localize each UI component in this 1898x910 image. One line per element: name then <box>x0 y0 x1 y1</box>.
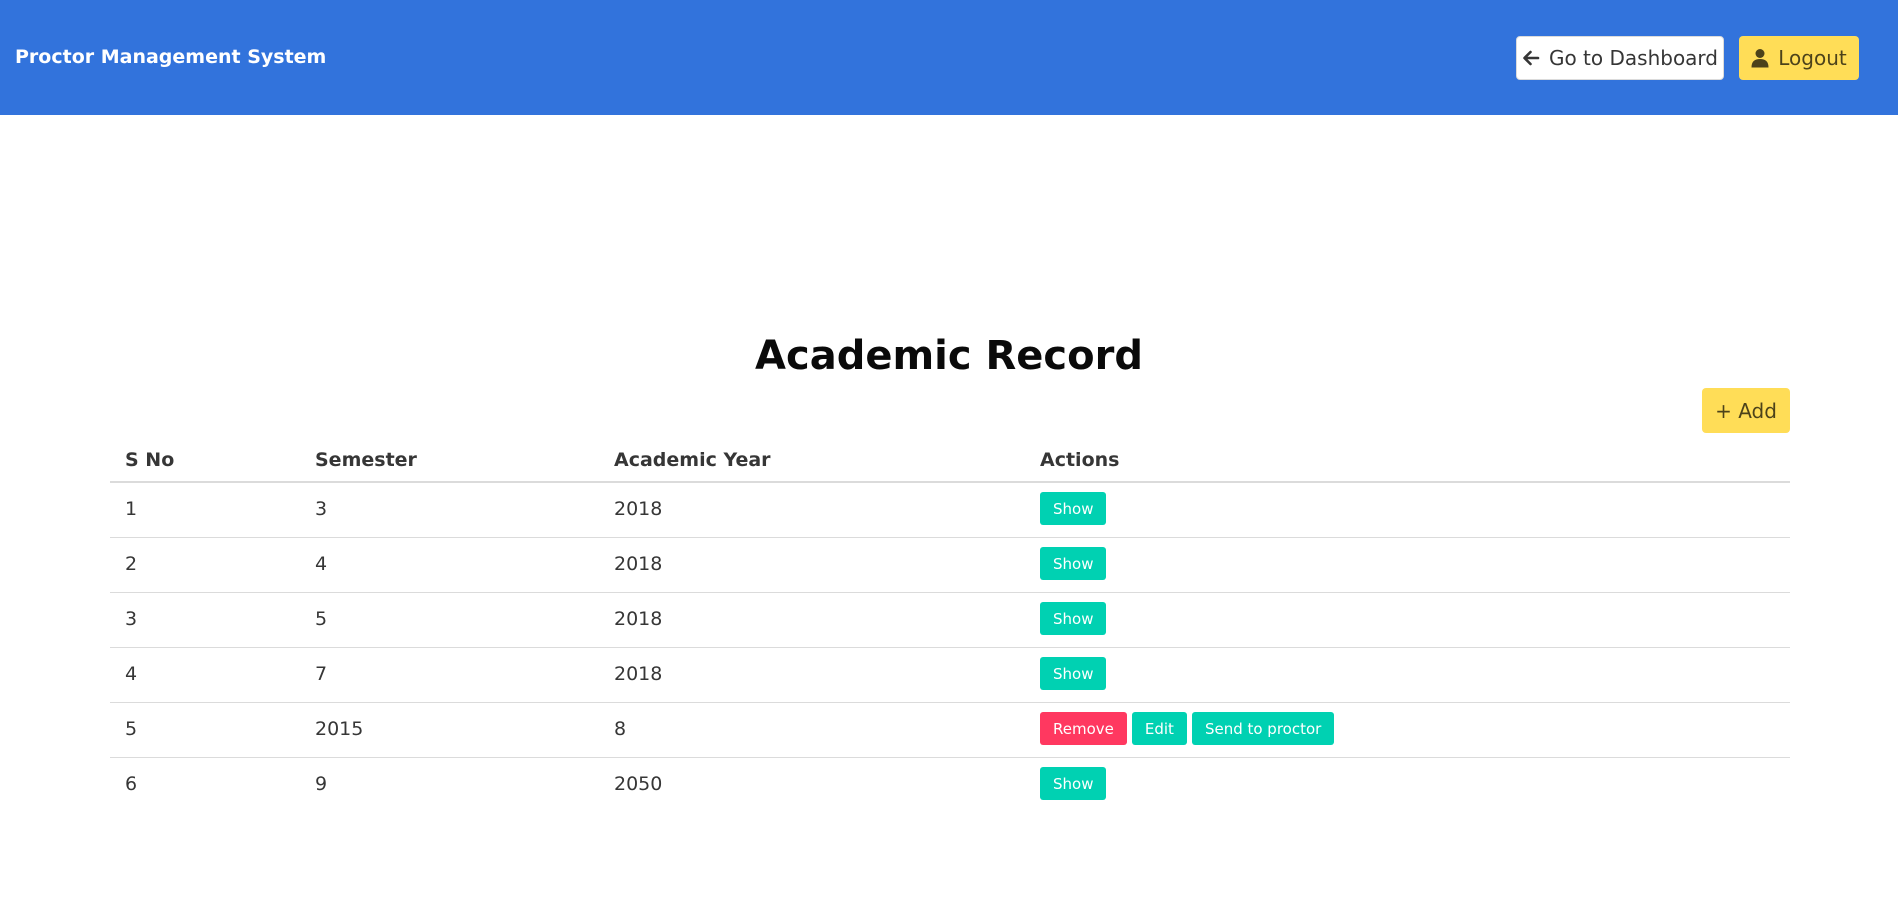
cell-semester: 4 <box>315 553 328 575</box>
cell-semester: 7 <box>315 663 328 685</box>
remove-button[interactable]: Remove <box>1040 712 1127 745</box>
cell-academic-year: 2018 <box>614 498 663 520</box>
row-actions: Remove Edit Send to proctor <box>1040 712 1335 745</box>
cell-semester: 9 <box>315 773 328 795</box>
row-actions: Show <box>1040 547 1107 580</box>
cell-academic-year: 2018 <box>614 608 663 630</box>
navbar: Proctor Management System Go to Dashboar… <box>0 0 1898 115</box>
cell-sno: 6 <box>125 773 138 795</box>
column-header-sno: S No <box>125 449 175 471</box>
logout-button[interactable]: Logout <box>1739 36 1859 80</box>
table-row: 6 9 2050 Show <box>110 758 1790 813</box>
cell-academic-year: 2018 <box>614 553 663 575</box>
table-row: 3 5 2018 Show <box>110 593 1790 648</box>
go-to-dashboard-button[interactable]: Go to Dashboard <box>1516 36 1724 80</box>
edit-button[interactable]: Edit <box>1131 712 1187 745</box>
send-to-proctor-button[interactable]: Send to proctor <box>1191 712 1335 745</box>
show-button[interactable]: Show <box>1040 767 1107 800</box>
show-button[interactable]: Show <box>1040 492 1107 525</box>
table-row: 5 2015 8 Remove Edit Send to proctor <box>110 703 1790 758</box>
row-actions: Show <box>1040 657 1107 690</box>
cell-academic-year: 2050 <box>614 773 663 795</box>
show-button[interactable]: Show <box>1040 657 1107 690</box>
cell-semester: 5 <box>315 608 328 630</box>
add-button[interactable]: + Add <box>1702 388 1790 433</box>
table-header: S No Semester Academic Year Actions <box>110 437 1790 483</box>
cell-academic-year: 8 <box>614 718 627 740</box>
cell-sno: 5 <box>125 718 138 740</box>
brand-title[interactable]: Proctor Management System <box>15 46 326 68</box>
cell-semester: 2015 <box>315 718 364 740</box>
user-icon <box>1751 48 1769 68</box>
arrow-left-icon <box>1522 49 1540 67</box>
row-actions: Show <box>1040 492 1107 525</box>
show-button[interactable]: Show <box>1040 547 1107 580</box>
academic-record-table: S No Semester Academic Year Actions 1 3 … <box>110 437 1790 813</box>
page-title: Academic Record <box>755 333 1143 379</box>
column-header-semester: Semester <box>315 449 417 471</box>
table-row: 1 3 2018 Show <box>110 483 1790 538</box>
row-actions: Show <box>1040 767 1107 800</box>
cell-sno: 3 <box>125 608 138 630</box>
cell-academic-year: 2018 <box>614 663 663 685</box>
show-button[interactable]: Show <box>1040 602 1107 635</box>
column-header-academic-year: Academic Year <box>614 449 771 471</box>
column-header-actions: Actions <box>1040 449 1120 471</box>
row-actions: Show <box>1040 602 1107 635</box>
go-to-dashboard-label: Go to Dashboard <box>1548 46 1719 70</box>
table-row: 4 7 2018 Show <box>110 648 1790 703</box>
logout-label: Logout <box>1778 46 1847 70</box>
cell-semester: 3 <box>315 498 328 520</box>
cell-sno: 1 <box>125 498 138 520</box>
cell-sno: 4 <box>125 663 138 685</box>
cell-sno: 2 <box>125 553 138 575</box>
table-row: 2 4 2018 Show <box>110 538 1790 593</box>
